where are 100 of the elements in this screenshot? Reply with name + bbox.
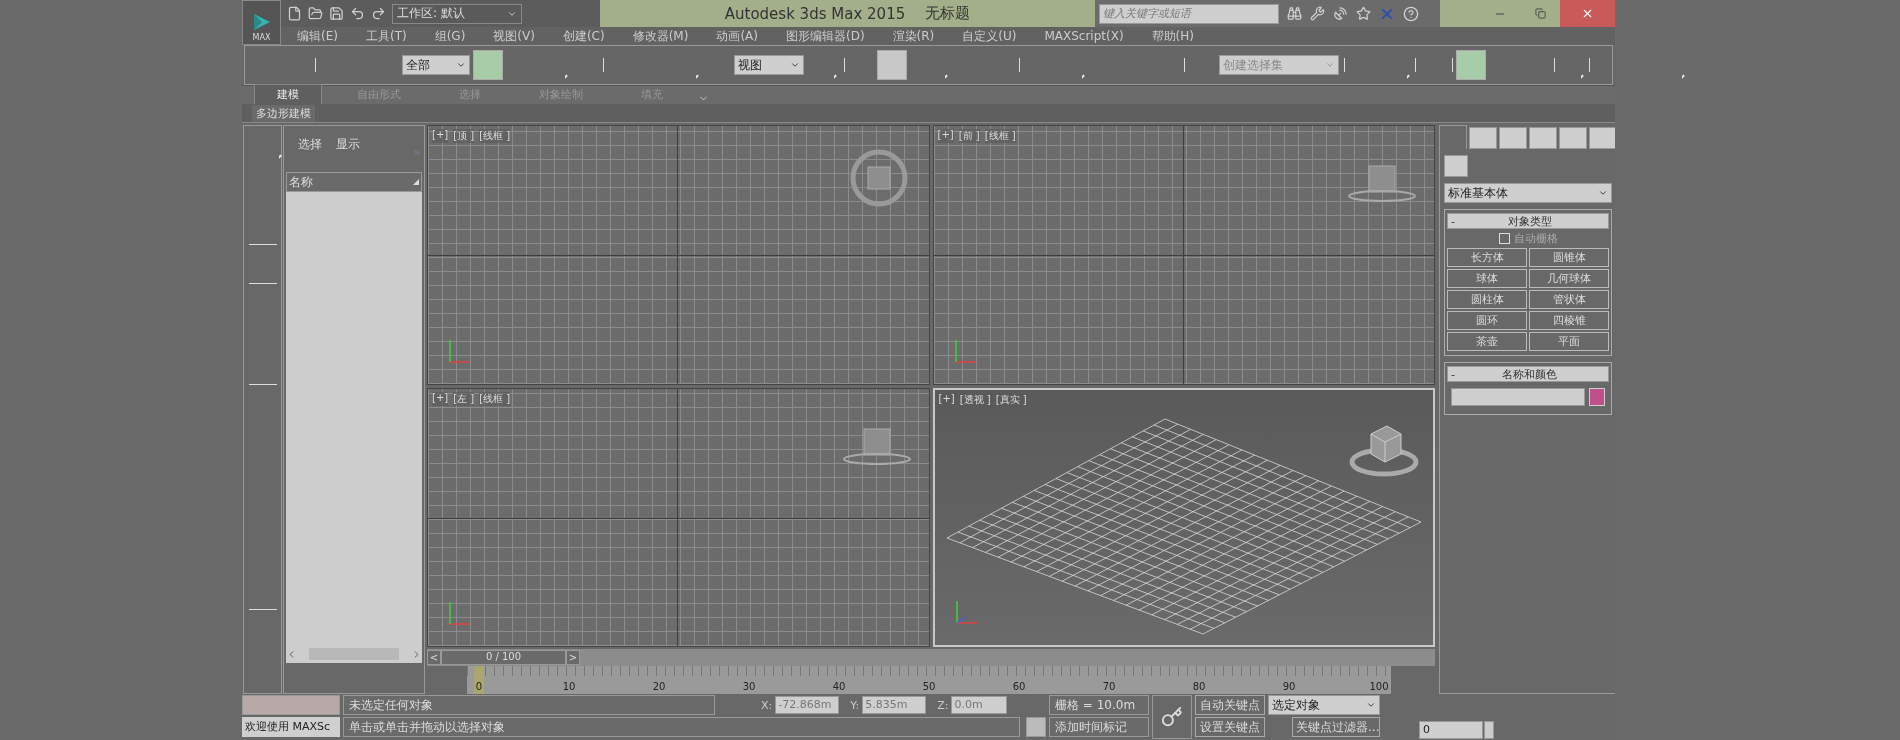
viewport-label[interactable]: [左 ] (453, 391, 475, 406)
object-type-button[interactable]: 球体 (1447, 269, 1527, 288)
next-frame-button[interactable]: > (566, 650, 580, 665)
flyout-corner-icon (1578, 73, 1584, 79)
menu-item[interactable]: MAXScript(X) (1030, 29, 1138, 43)
viewport-label[interactable]: [+] (432, 129, 449, 143)
command-panel-tab[interactable] (1469, 127, 1497, 149)
time-slider[interactable]: < 0 / 100 > (427, 649, 1435, 666)
search-field[interactable]: 键入关键字或短语 (1099, 3, 1279, 24)
object-type-button[interactable]: 平面 (1529, 332, 1609, 351)
coordinate-field[interactable]: 5.835m (862, 696, 927, 714)
explorer-tab[interactable]: 显示 (336, 136, 360, 151)
viewport[interactable]: [+] [前 ] [线框 ] (932, 125, 1435, 385)
column-header[interactable]: 名称 (286, 172, 422, 192)
redo-icon[interactable] (371, 6, 386, 21)
ribbon-panel-tab[interactable]: 多边形建模 (252, 105, 315, 122)
object-type-button[interactable]: 长方体 (1447, 248, 1527, 267)
wrench-icon[interactable] (1310, 6, 1325, 21)
object-type-button[interactable]: 圆环 (1447, 311, 1527, 330)
viewport-label[interactable]: [线框 ] (479, 129, 511, 143)
object-type-button[interactable]: 四棱锥 (1529, 311, 1609, 330)
object-type-button[interactable]: 圆柱体 (1447, 290, 1527, 309)
key-filters-button[interactable]: 关键点过滤器... (1292, 717, 1380, 737)
menu-item[interactable]: 工具(T) (351, 27, 421, 45)
rollout-header[interactable]: - 名称和颜色 (1447, 366, 1609, 382)
viewport-label[interactable]: [前 ] (958, 129, 980, 143)
undo-icon[interactable] (350, 6, 365, 21)
viewport[interactable]: [+] [左 ] [线框 ] (427, 387, 930, 647)
object-type-button[interactable]: 几何球体 (1529, 269, 1609, 288)
frame-tick-label: 0 (474, 681, 484, 693)
maxscript-listener-field[interactable] (242, 695, 340, 715)
satellite-dish-icon[interactable] (1333, 6, 1348, 21)
viewport-label[interactable]: [顶 ] (453, 129, 475, 143)
command-panel-tab[interactable] (1529, 127, 1557, 149)
toolbar-button[interactable] (877, 50, 907, 80)
viewcube-icon[interactable] (848, 148, 909, 208)
menu-item[interactable]: 自定义(U) (948, 27, 1031, 45)
object-name-field[interactable] (1451, 388, 1585, 406)
previous-frame-button[interactable]: < (427, 650, 441, 665)
new-file-icon[interactable] (287, 6, 302, 21)
binoculars-icon[interactable] (1287, 6, 1302, 21)
star-icon[interactable] (1356, 6, 1371, 21)
spinner-arrows-icon[interactable] (1484, 721, 1494, 739)
viewport-label[interactable]: [线框 ] (479, 391, 511, 406)
viewcube-icon[interactable] (1346, 164, 1416, 204)
command-panel-tab[interactable] (1439, 125, 1467, 149)
viewport-label[interactable]: [+] (937, 129, 954, 143)
viewcube-icon[interactable] (840, 426, 911, 467)
set-key-mode-button[interactable]: 设置关键点 (1195, 717, 1265, 737)
set-key-button[interactable] (1152, 695, 1192, 739)
workspace-dropdown[interactable]: 工作区: 默认 (392, 3, 522, 24)
key-mode-dropdown[interactable]: 选定对象 (1268, 695, 1380, 715)
coordinate-field[interactable]: 0.0m (951, 696, 1008, 714)
menu-item[interactable]: 帮助(H) (1137, 27, 1208, 45)
object-color-swatch[interactable] (1589, 388, 1605, 406)
explorer-tab[interactable]: 选择 (298, 136, 322, 151)
rollout-header[interactable]: - 对象类型 (1447, 213, 1609, 229)
auto-key-button[interactable]: 自动关键点 (1195, 695, 1265, 715)
viewport[interactable]: [+] [透视 ] [真实 ] (932, 387, 1435, 647)
menu-item[interactable]: 修改器(M) (618, 27, 703, 45)
menu-item[interactable]: 动画(A) (702, 27, 772, 45)
viewport-label[interactable]: [线框 ] (984, 129, 1016, 143)
close-button[interactable] (1560, 0, 1615, 27)
named-selection-dropdown[interactable]: 创建选择集 (1219, 55, 1339, 75)
menu-item[interactable]: 视图(V) (479, 27, 549, 45)
help-icon[interactable] (1403, 5, 1419, 22)
object-type-button[interactable]: 管状体 (1529, 290, 1609, 309)
command-panel-tab[interactable] (1499, 127, 1527, 149)
time-slider-thumb[interactable]: 0 / 100 (441, 650, 566, 665)
menu-item[interactable]: 渲染(R) (878, 27, 949, 45)
menu-item[interactable]: 编辑(E) (283, 27, 352, 45)
reference-coordinate-dropdown[interactable]: 视图 (734, 55, 804, 75)
viewport-label[interactable]: [+] (938, 392, 955, 407)
menu-item[interactable]: 组(G) (420, 27, 480, 45)
save-icon[interactable] (329, 6, 344, 21)
ribbon-tab[interactable]: 建模 (254, 84, 322, 104)
toolbar-button[interactable] (473, 50, 503, 80)
command-panel-tab[interactable] (1589, 127, 1617, 149)
selection-filter-dropdown[interactable]: 全部 (402, 55, 470, 75)
object-type-button[interactable]: 茶壶 (1447, 332, 1527, 351)
category-button[interactable] (1444, 155, 1468, 177)
menu-item[interactable]: 创建(C) (548, 27, 619, 45)
open-folder-icon[interactable] (308, 6, 323, 21)
viewport-label[interactable]: [+] (432, 391, 449, 406)
command-panel-tab[interactable] (1559, 127, 1587, 149)
track-bar[interactable]: 0 10 20 30 40 50 60 70 80 90 100 (467, 666, 1391, 694)
coordinate-field[interactable]: -72.868m (775, 696, 840, 714)
add-time-tag-field[interactable]: 添加时间标记 (1049, 717, 1149, 737)
category-dropdown[interactable]: 标准基本体 (1444, 183, 1612, 203)
viewport[interactable]: [+] [顶 ] [线框 ] (427, 125, 930, 385)
viewport-label[interactable]: [真实 ] (995, 392, 1027, 407)
viewport-label[interactable]: [透视 ] (959, 392, 991, 407)
horizontal-scrollbar[interactable] (286, 645, 422, 663)
app-menu-button[interactable]: MAX (242, 0, 281, 45)
menu-item[interactable]: 图形编辑器(D) (771, 27, 879, 45)
object-type-button[interactable]: 圆锥体 (1529, 248, 1609, 267)
current-frame-field[interactable]: 0 (1419, 721, 1483, 739)
time-tag-button[interactable] (1026, 717, 1046, 737)
double-chevron-icon[interactable] (412, 148, 422, 158)
toolbar-button[interactable] (1456, 50, 1486, 80)
